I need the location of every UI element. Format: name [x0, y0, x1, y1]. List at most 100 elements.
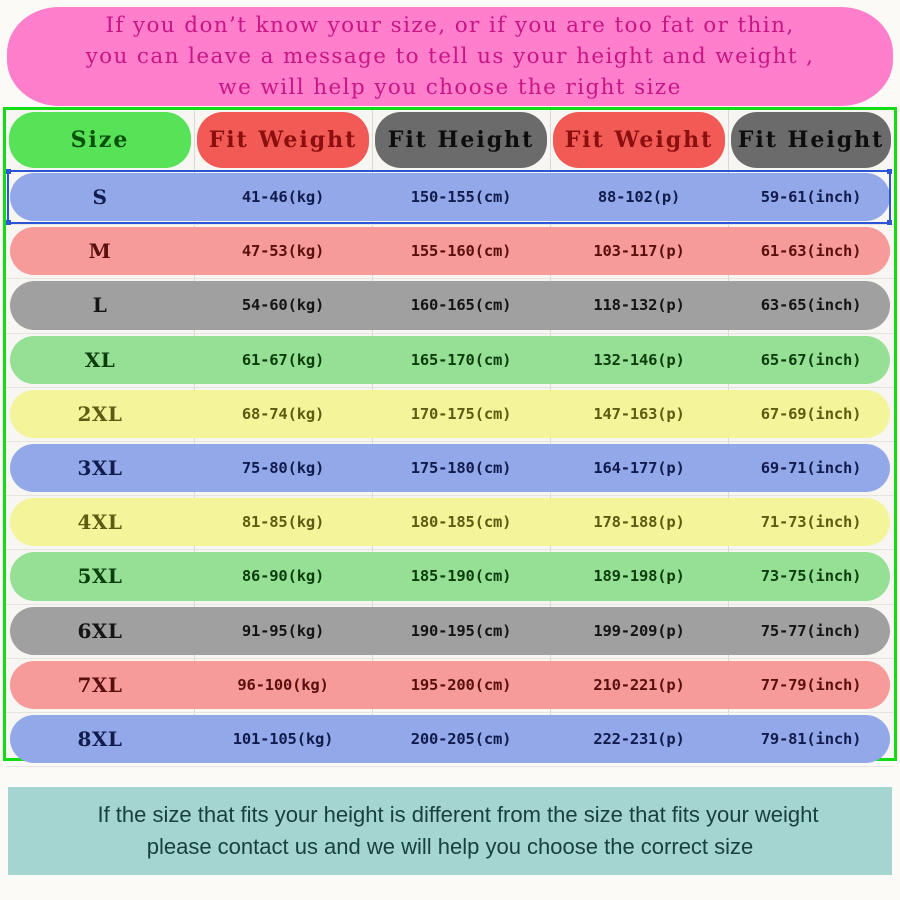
table-row[interactable]: M 47-53(kg) 155-160(cm) 103-117(p) 61-63(inc…: [6, 224, 894, 278]
size-label: 2XL: [77, 401, 123, 426]
measure-value: 96-100(kg): [237, 675, 329, 694]
row-gridline: [6, 766, 894, 768]
size-label: 6XL: [77, 618, 123, 643]
cell-fit-weight-1[interactable]: 41-46(kg): [194, 170, 372, 224]
cell-fit-height-4[interactable]: 59-61(inch): [728, 170, 894, 224]
measure-value: 63-65(inch): [760, 296, 862, 315]
notice-line-2: you can leave a message to tell us your …: [85, 44, 815, 69]
cell-fit-height-2[interactable]: 200-205(cm): [372, 712, 550, 766]
cell-fit-weight-3[interactable]: 164-177(p): [550, 441, 728, 495]
table-header-row: Size Fit Weight Fit Height Fit Weight Fi…: [6, 110, 894, 170]
cell-fit-height-4[interactable]: 61-63(inch): [728, 224, 894, 278]
cell-fit-height-2[interactable]: 150-155(cm): [372, 170, 550, 224]
cell-fit-weight-3[interactable]: 199-209(p): [550, 604, 728, 658]
header-cell-fit-weight-kg: Fit Weight: [194, 110, 372, 170]
measure-value: 155-160(cm): [410, 242, 512, 261]
cell-fit-height-4[interactable]: 67-69(inch): [728, 387, 894, 441]
measure-value: 69-71(inch): [760, 459, 862, 478]
cell-fit-weight-1[interactable]: 54-60(kg): [194, 278, 372, 332]
cell-fit-weight-1[interactable]: 75-80(kg): [194, 441, 372, 495]
cell-fit-height-4[interactable]: 75-77(inch): [728, 604, 894, 658]
cell-fit-height-4[interactable]: 77-79(inch): [728, 658, 894, 712]
cell-fit-weight-1[interactable]: 91-95(kg): [194, 604, 372, 658]
measure-value: 73-75(inch): [760, 567, 862, 586]
table-row[interactable]: 5XL 86-90(kg) 185-190(cm) 189-198(p) 73-75(i…: [6, 549, 894, 603]
cell-fit-weight-1[interactable]: 81-85(kg): [194, 495, 372, 549]
size-label: XL: [84, 347, 116, 372]
measure-value: 165-170(cm): [410, 350, 512, 369]
size-label: 4XL: [77, 510, 123, 535]
cell-fit-weight-3[interactable]: 222-231(p): [550, 712, 728, 766]
cell-size[interactable]: 5XL: [6, 549, 194, 603]
measure-value: 175-180(cm): [410, 459, 512, 478]
table-row[interactable]: 3XL 75-80(kg) 175-180(cm) 164-177(p) 69-71(i…: [6, 441, 894, 495]
cell-size[interactable]: 3XL: [6, 441, 194, 495]
cell-fit-height-2[interactable]: 160-165(cm): [372, 278, 550, 332]
cell-size[interactable]: 8XL: [6, 712, 194, 766]
cell-fit-height-2[interactable]: 155-160(cm): [372, 224, 550, 278]
measure-value: 180-185(cm): [410, 513, 512, 532]
cell-fit-weight-3[interactable]: 103-117(p): [550, 224, 728, 278]
cell-fit-weight-3[interactable]: 210-221(p): [550, 658, 728, 712]
size-label: M: [88, 239, 112, 264]
cell-size[interactable]: XL: [6, 333, 194, 387]
cell-fit-height-4[interactable]: 69-71(inch): [728, 441, 894, 495]
cell-fit-height-4[interactable]: 63-65(inch): [728, 278, 894, 332]
cell-fit-weight-1[interactable]: 86-90(kg): [194, 549, 372, 603]
cell-fit-weight-1[interactable]: 101-105(kg): [194, 712, 372, 766]
measure-value: 61-63(inch): [760, 242, 862, 261]
table-row[interactable]: 6XL 91-95(kg) 190-195(cm) 199-209(p) 75-77(i…: [6, 604, 894, 658]
measure-value: 185-190(cm): [410, 567, 512, 586]
header-cell-fit-height-cm: Fit Height: [372, 110, 550, 170]
measure-value: 132-146(p): [593, 350, 685, 369]
cell-fit-weight-3[interactable]: 147-163(p): [550, 387, 728, 441]
footer-line-2: please contact us and we will help you c…: [146, 834, 754, 859]
cell-size[interactable]: 4XL: [6, 495, 194, 549]
measure-value: 77-79(inch): [760, 675, 862, 694]
measure-value: 65-67(inch): [760, 350, 862, 369]
measure-value: 47-53(kg): [241, 242, 325, 261]
cell-fit-height-2[interactable]: 180-185(cm): [372, 495, 550, 549]
cell-fit-weight-3[interactable]: 118-132(p): [550, 278, 728, 332]
cell-size[interactable]: S: [6, 170, 194, 224]
cell-fit-height-4[interactable]: 79-81(inch): [728, 712, 894, 766]
cell-fit-weight-1[interactable]: 96-100(kg): [194, 658, 372, 712]
table-row[interactable]: 4XL 81-85(kg) 180-185(cm) 178-188(p) 71-73(i…: [6, 495, 894, 549]
header-label: Fit Weight: [564, 127, 714, 153]
measure-value: 86-90(kg): [241, 567, 325, 586]
table-row[interactable]: S 41-46(kg) 150-155(cm) 88-102(p) 59-61(inch…: [6, 170, 894, 224]
cell-size[interactable]: 6XL: [6, 604, 194, 658]
cell-fit-weight-3[interactable]: 178-188(p): [550, 495, 728, 549]
cell-fit-height-4[interactable]: 65-67(inch): [728, 333, 894, 387]
cell-fit-height-2[interactable]: 190-195(cm): [372, 604, 550, 658]
cell-fit-weight-3[interactable]: 189-198(p): [550, 549, 728, 603]
cell-fit-weight-1[interactable]: 68-74(kg): [194, 387, 372, 441]
cell-fit-height-2[interactable]: 175-180(cm): [372, 441, 550, 495]
table-row[interactable]: L 54-60(kg) 160-165(cm) 118-132(p) 63-65(inc…: [6, 278, 894, 332]
measure-value: 178-188(p): [593, 513, 685, 532]
cell-size[interactable]: 7XL: [6, 658, 194, 712]
table-row[interactable]: 8XL 101-105(kg) 200-205(cm) 222-231(p) 79-81…: [6, 712, 894, 766]
measure-value: 200-205(cm): [410, 730, 512, 749]
cell-fit-height-2[interactable]: 165-170(cm): [372, 333, 550, 387]
cell-fit-height-2[interactable]: 195-200(cm): [372, 658, 550, 712]
cell-size[interactable]: L: [6, 278, 194, 332]
size-label: S: [92, 185, 108, 210]
cell-fit-weight-3[interactable]: 88-102(p): [550, 170, 728, 224]
cell-fit-height-4[interactable]: 73-75(inch): [728, 549, 894, 603]
cell-size[interactable]: M: [6, 224, 194, 278]
cell-fit-weight-3[interactable]: 132-146(p): [550, 333, 728, 387]
table-row[interactable]: XL 61-67(kg) 165-170(cm) 132-146(p) 65-67(in…: [6, 333, 894, 387]
measure-value: 41-46(kg): [241, 188, 325, 207]
table-row[interactable]: 2XL 68-74(kg) 170-175(cm) 147-163(p) 67-69(i…: [6, 387, 894, 441]
size-label: 8XL: [77, 727, 123, 752]
cell-fit-height-2[interactable]: 170-175(cm): [372, 387, 550, 441]
cell-fit-height-2[interactable]: 185-190(cm): [372, 549, 550, 603]
cell-fit-weight-1[interactable]: 47-53(kg): [194, 224, 372, 278]
size-table: Size Fit Weight Fit Height Fit Weight Fi…: [3, 107, 897, 768]
cell-size[interactable]: 2XL: [6, 387, 194, 441]
notice-line-3: we will help you choose the right size: [218, 75, 682, 100]
cell-fit-weight-1[interactable]: 61-67(kg): [194, 333, 372, 387]
cell-fit-height-4[interactable]: 71-73(inch): [728, 495, 894, 549]
table-row[interactable]: 7XL 96-100(kg) 195-200(cm) 210-221(p) 77-79(…: [6, 658, 894, 712]
